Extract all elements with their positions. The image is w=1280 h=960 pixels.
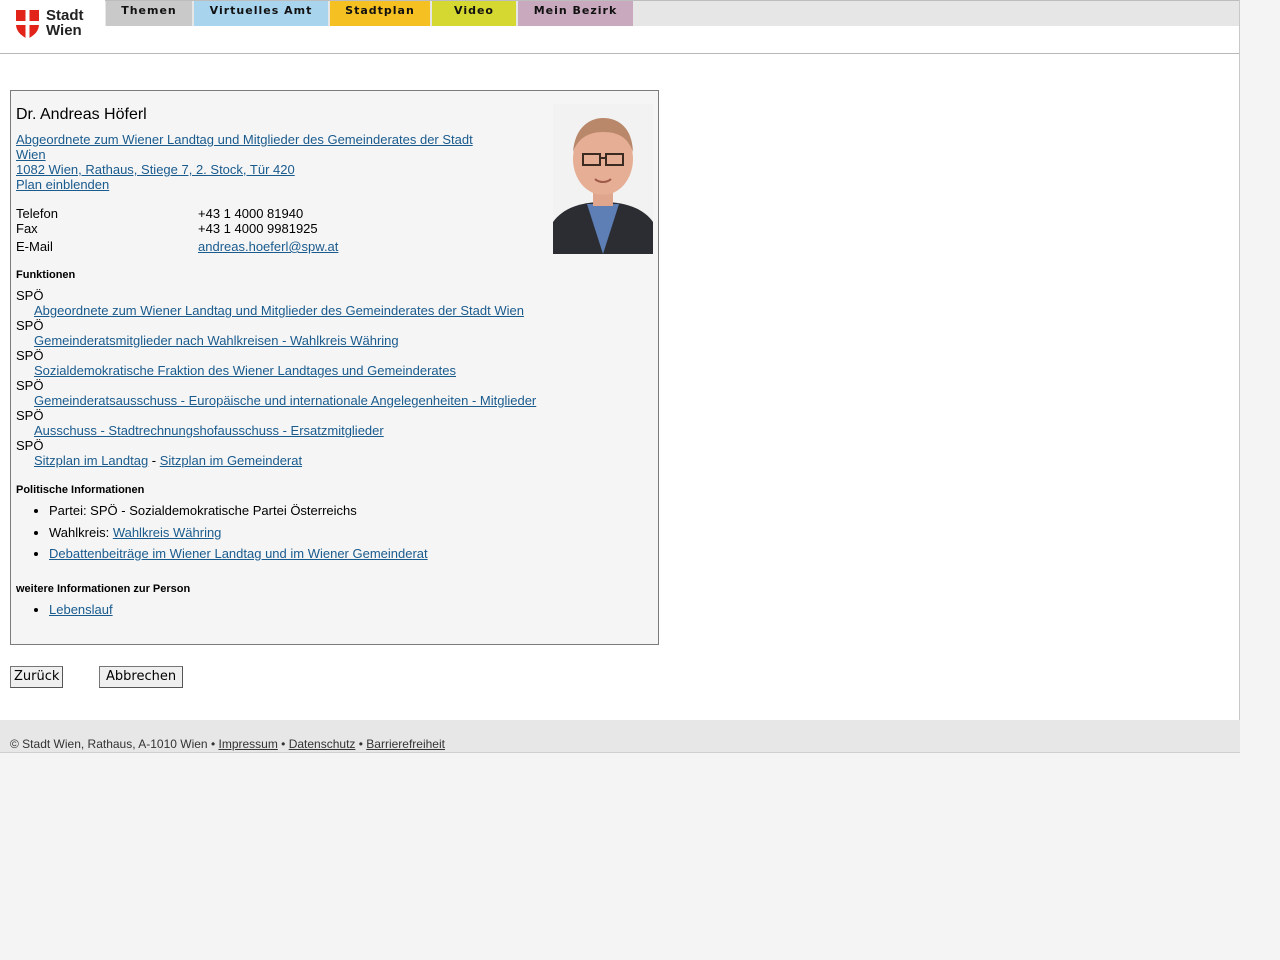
footer-separator: • <box>277 737 289 751</box>
seating-links: Sitzplan im Landtag - Sitzplan im Gemein… <box>16 453 646 468</box>
logo-line2: Wien <box>46 22 82 39</box>
debate-item: Debattenbeiträge im Wiener Landtag und i… <box>49 546 428 561</box>
function-item: SPÖ Gemeinderatsausschuss - Europäische … <box>16 378 646 408</box>
contact-label: Fax <box>16 221 38 236</box>
function-item: SPÖ Sozialdemokratische Fraktion des Wie… <box>16 348 646 378</box>
contact-row-email: E-Mail andreas.hoeferl@spw.at <box>16 239 556 254</box>
function-org: SPÖ <box>16 408 44 423</box>
political-info-list: Partei: SPÖ - Sozialdemokratische Partei… <box>16 503 428 568</box>
fax-value: +43 1 4000 9981925 <box>198 221 318 236</box>
party-text: Partei: SPÖ - Sozialdemokratische Partei… <box>49 503 357 518</box>
political-info-heading: Politische Informationen <box>16 484 145 496</box>
seating-plan-gemeinderat-link[interactable]: Sitzplan im Gemeinderat <box>160 453 302 468</box>
contact-label: Telefon <box>16 206 58 221</box>
party-item: Partei: SPÖ - Sozialdemokratische Partei… <box>49 503 428 518</box>
wahlkreis-link[interactable]: Wahlkreis Währing <box>113 525 222 540</box>
cv-item: Lebenslauf <box>49 602 113 617</box>
tab-video[interactable]: Video <box>432 1 516 26</box>
tab-mein-bezirk[interactable]: Mein Bezirk <box>518 1 633 26</box>
contact-label: E-Mail <box>16 239 53 254</box>
cv-link[interactable]: Lebenslauf <box>49 602 113 617</box>
debate-link[interactable]: Debattenbeiträge im Wiener Landtag und i… <box>49 546 428 561</box>
tab-themen[interactable]: Themen <box>106 1 192 26</box>
seating-separator: - <box>148 453 160 468</box>
function-link[interactable]: Gemeinderatsmitglieder nach Wahlkreisen … <box>16 333 646 348</box>
functions-list: SPÖ Abgeordnete zum Wiener Landtag und M… <box>16 288 646 468</box>
function-org: SPÖ <box>16 378 44 393</box>
function-org: SPÖ <box>16 438 44 453</box>
function-item-seating: SPÖ Sitzplan im Landtag - Sitzplan im Ge… <box>16 438 646 468</box>
datenschutz-link[interactable]: Datenschutz <box>289 737 356 751</box>
function-org: SPÖ <box>16 288 44 303</box>
email-link[interactable]: andreas.hoeferl@spw.at <box>198 239 338 254</box>
address-block: Abgeordnete zum Wiener Landtag und Mitgl… <box>16 132 486 192</box>
more-info-heading: weitere Informationen zur Person <box>16 583 191 595</box>
function-org: SPÖ <box>16 348 44 363</box>
footer-text: © Stadt Wien, Rathaus, A-1010 Wien • Imp… <box>10 737 445 751</box>
contact-row-phone: Telefon +43 1 4000 81940 <box>16 206 556 221</box>
contact-table: Telefon +43 1 4000 81940 Fax +43 1 4000 … <box>16 206 556 254</box>
stadt-wien-logo[interactable]: Stadt Wien <box>16 8 96 42</box>
back-button[interactable]: Zurück <box>10 666 64 688</box>
function-item: SPÖ Abgeordnete zum Wiener Landtag und M… <box>16 288 646 318</box>
function-link[interactable]: Gemeinderatsausschuss - Europäische und … <box>16 393 646 408</box>
person-photo <box>553 104 653 254</box>
function-link[interactable]: Sozialdemokratische Fraktion des Wiener … <box>16 363 646 378</box>
site-header: Stadt Wien Themen Virtuelles Amt Stadtpl… <box>0 0 1239 54</box>
footer-separator: • <box>355 737 367 751</box>
tab-virtuelles-amt[interactable]: Virtuelles Amt <box>194 1 328 26</box>
copyright-text: © Stadt Wien, Rathaus, A-1010 Wien • <box>10 737 219 751</box>
logo-line1: Stadt <box>46 7 84 24</box>
phone-value: +43 1 4000 81940 <box>198 206 304 221</box>
function-link[interactable]: Abgeordnete zum Wiener Landtag und Mitgl… <box>16 303 646 318</box>
person-detail-panel: Dr. Andreas Höferl Abgeordnete zum Wiene… <box>10 90 659 645</box>
barrierefreiheit-link[interactable]: Barrierefreiheit <box>366 737 445 751</box>
portrait-image <box>553 104 653 254</box>
wahlkreis-item: Wahlkreis: Wahlkreis Währing <box>49 525 428 540</box>
contact-row-fax: Fax +43 1 4000 9981925 <box>16 221 556 236</box>
address-link[interactable]: 1082 Wien, Rathaus, Stiege 7, 2. Stock, … <box>16 162 486 177</box>
tab-stadtplan[interactable]: Stadtplan <box>330 1 430 26</box>
function-item: SPÖ Gemeinderatsmitglieder nach Wahlkrei… <box>16 318 646 348</box>
vienna-shield-icon <box>16 10 39 39</box>
cancel-button[interactable]: Abbrechen <box>99 666 184 688</box>
impressum-link[interactable]: Impressum <box>218 737 277 751</box>
function-org: SPÖ <box>16 318 44 333</box>
logo-text: Stadt Wien <box>46 8 84 38</box>
functions-heading: Funktionen <box>16 269 76 281</box>
function-item: SPÖ Ausschuss - Stadtrechnungshofausschu… <box>16 408 646 438</box>
page-content: Stadt Wien Themen Virtuelles Amt Stadtpl… <box>0 0 1240 720</box>
person-name: Dr. Andreas Höferl <box>16 106 147 123</box>
seating-plan-landtag-link[interactable]: Sitzplan im Landtag <box>34 453 148 468</box>
role-link[interactable]: Abgeordnete zum Wiener Landtag und Mitgl… <box>16 132 486 162</box>
site-footer: © Stadt Wien, Rathaus, A-1010 Wien • Imp… <box>0 720 1240 753</box>
more-info-list: Lebenslauf <box>16 602 113 624</box>
function-link[interactable]: Ausschuss - Stadtrechnungshofausschuss -… <box>16 423 646 438</box>
wahlkreis-label: Wahlkreis: <box>49 524 113 540</box>
plan-link[interactable]: Plan einblenden <box>16 177 486 192</box>
